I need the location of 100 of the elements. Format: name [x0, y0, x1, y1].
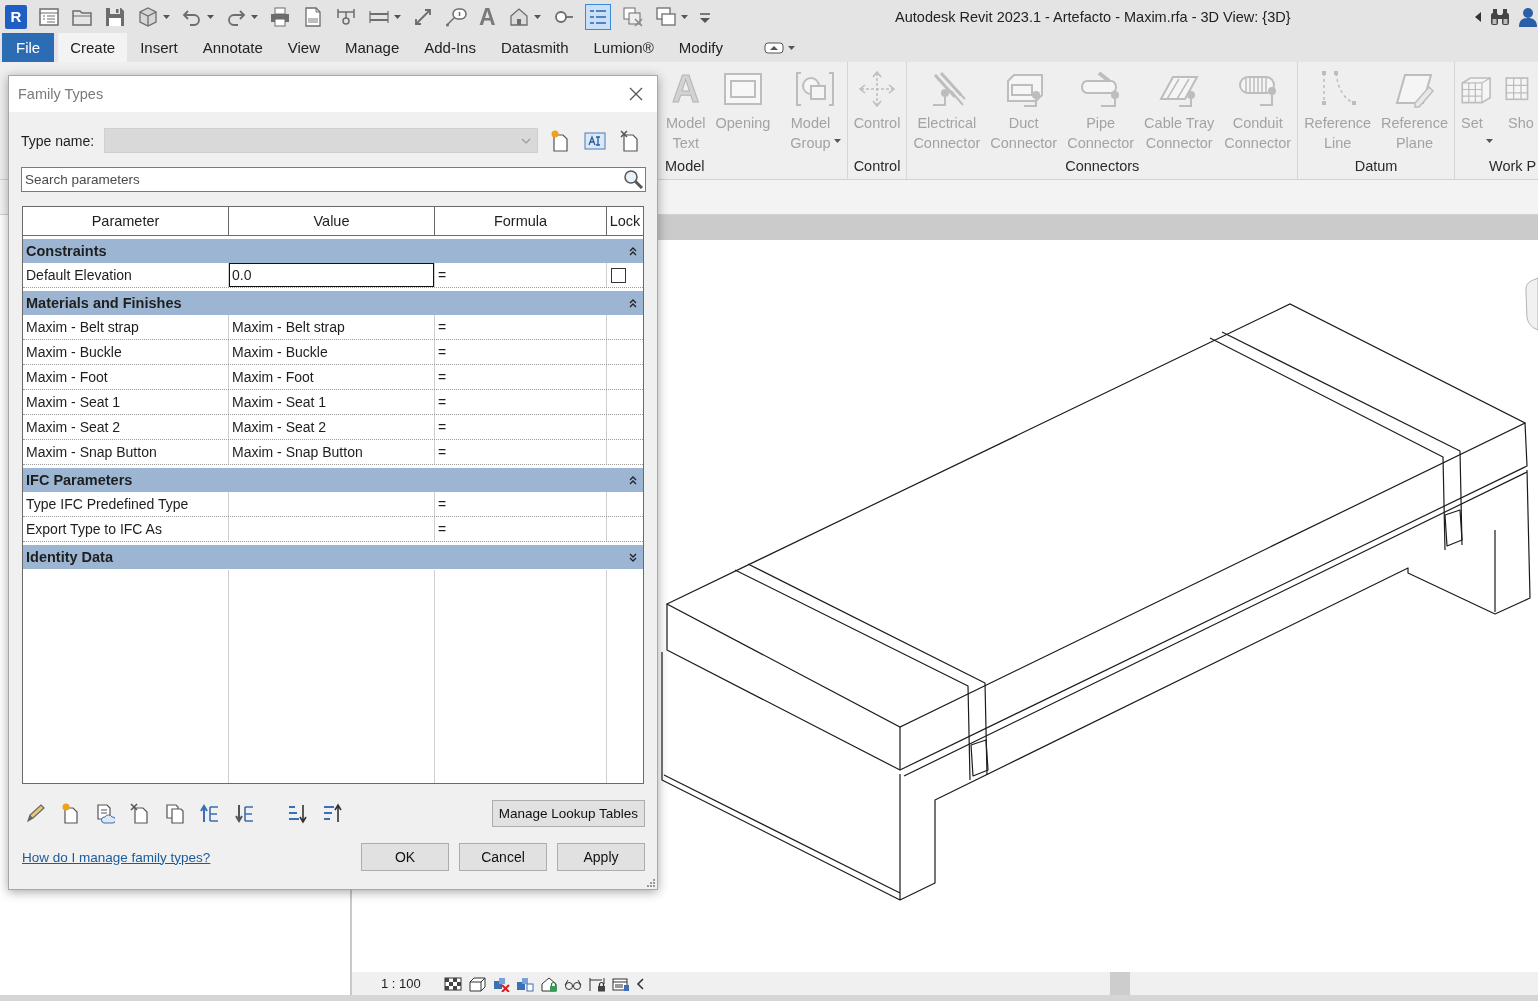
resize-grip-icon[interactable]	[646, 878, 655, 887]
view-scale[interactable]: 1 : 100	[381, 976, 421, 991]
value-text: Maxim - Snap Button	[231, 444, 363, 460]
column-header[interactable]: Formula	[435, 207, 607, 235]
parameter-row[interactable]: Maxim - Seat 2 Maxim - Seat 2 =	[23, 415, 643, 440]
caret-icon[interactable]	[680, 14, 688, 19]
caret-icon[interactable]	[251, 14, 258, 19]
column-header[interactable]: Value	[229, 207, 435, 235]
dropdown-menu-icon[interactable]	[698, 10, 711, 23]
move-down-icon[interactable]	[235, 803, 255, 824]
formula-text: =	[438, 319, 447, 335]
group-header-bar[interactable]: Identity Data	[23, 545, 643, 569]
column-header[interactable]: Parameter	[23, 207, 229, 235]
cube-outline-icon[interactable]	[467, 975, 486, 992]
blocks-icon[interactable]	[515, 975, 534, 992]
group-header-bar[interactable]: IFC Parameters	[23, 468, 643, 492]
new-document-icon[interactable]	[550, 129, 570, 152]
printer-icon[interactable]	[269, 5, 291, 28]
group-title: IFC Parameters	[26, 472, 133, 488]
parameter-row[interactable]: Maxim - Snap Button Maxim - Snap Button =	[23, 440, 643, 465]
parameter-name: Default Elevation	[26, 267, 132, 283]
formula-text: =	[438, 419, 447, 435]
apply-button[interactable]: Apply	[557, 843, 645, 871]
document-icon[interactable]	[302, 5, 324, 28]
lock-checkbox[interactable]	[611, 267, 626, 283]
pencil-icon[interactable]	[25, 803, 45, 824]
formula-text: =	[438, 521, 447, 537]
ribbon-tab[interactable]: Modify	[666, 33, 735, 62]
formula-text: =	[438, 267, 447, 283]
parameter-row[interactable]: Maxim - Buckle Maxim - Buckle =	[23, 340, 643, 365]
caret-icon[interactable]	[394, 14, 401, 19]
rename-box-icon[interactable]	[584, 130, 606, 151]
app-logo-button[interactable]: R	[5, 4, 27, 29]
caret-icon[interactable]	[533, 14, 541, 19]
document-cloud-icon[interactable]	[95, 803, 115, 824]
caret-icon[interactable]	[207, 14, 214, 19]
sort-ascending-icon[interactable]	[287, 803, 307, 824]
scrollbar-thumb[interactable]	[1109, 972, 1130, 995]
formula-text: =	[438, 344, 447, 360]
house-lock-icon[interactable]	[539, 975, 558, 992]
new-document-icon[interactable]	[60, 803, 80, 824]
value-input-field[interactable]: 0.0	[229, 263, 434, 287]
column-header[interactable]: Lock	[607, 207, 643, 235]
windows-icon[interactable]	[654, 5, 677, 28]
document-delete-icon[interactable]	[620, 129, 640, 152]
lines-toggle-icon[interactable]	[584, 3, 611, 30]
parameter-name: Maxim - Foot	[26, 369, 108, 385]
parameter-row[interactable]: Type IFC Predefined Type =	[23, 492, 643, 517]
file-tab[interactable]: File	[2, 33, 55, 62]
ribbon-tab[interactable]: Datasmith	[488, 33, 581, 62]
binoculars-icon[interactable]	[1489, 6, 1511, 27]
triangle-left-icon[interactable]	[1475, 11, 1481, 22]
cube-icon[interactable]	[137, 5, 159, 28]
group-header-bar[interactable]: Materials and Finishes	[23, 291, 643, 315]
user-icon[interactable]	[1519, 6, 1537, 27]
ribbon-tab[interactable]: Annotate	[190, 33, 275, 62]
double-chevron-down-icon[interactable]	[629, 552, 637, 562]
sort-descending-icon[interactable]	[322, 803, 342, 824]
caret-icon[interactable]	[163, 14, 170, 19]
parameter-row[interactable]: Maxim - Foot Maxim - Foot =	[23, 365, 643, 390]
parameter-name: Maxim - Seat 1	[26, 394, 121, 410]
ribbon-tab[interactable]: Add-Ins	[412, 33, 488, 62]
double-chevron-up-icon[interactable]	[629, 298, 637, 308]
tag-icon[interactable]	[445, 5, 467, 28]
windows-close-icon[interactable]	[621, 5, 644, 28]
parameter-row[interactable]: Maxim - Seat 1 Maxim - Seat 1 =	[23, 390, 643, 415]
ribbon-tab[interactable]: Insert	[128, 33, 190, 62]
cancel-button[interactable]: Cancel	[459, 843, 547, 871]
group-title: Constraints	[26, 243, 107, 259]
double-chevron-up-icon[interactable]	[629, 475, 637, 485]
ok-button[interactable]: OK	[361, 843, 449, 871]
ribbon-tab[interactable]: Create	[58, 33, 128, 62]
parameter-row[interactable]: Maxim - Belt strap Maxim - Belt strap =	[23, 315, 643, 340]
manage-lookup-tables-button[interactable]: Manage Lookup Tables	[491, 800, 645, 827]
parameter-row[interactable]: Export Type to IFC As =	[23, 517, 643, 542]
document-delete-icon[interactable]	[130, 803, 150, 824]
blocks-cross-icon[interactable]	[491, 975, 510, 992]
ribbon-toggle-icon[interactable]	[763, 41, 796, 54]
search-field[interactable]: Search parameters	[21, 167, 646, 192]
ribbon-tab[interactable]: Lumion®	[581, 33, 666, 62]
double-chevron-up-icon[interactable]	[629, 246, 637, 256]
parameter-row[interactable]: Default Elevation 0.0 =	[23, 263, 643, 288]
group-header-bar[interactable]: Constraints	[23, 239, 643, 263]
checkerboard-icon[interactable]	[443, 975, 462, 992]
copy-icon[interactable]	[165, 803, 185, 824]
chevron-left-icon[interactable]	[635, 977, 644, 990]
panel-label: Work P	[1487, 157, 1538, 176]
panel-icon[interactable]	[611, 975, 630, 992]
move-up-icon[interactable]	[200, 803, 220, 824]
search-icon[interactable]	[623, 169, 643, 189]
ribbon-tab[interactable]: Manage	[333, 33, 412, 62]
formula-text: =	[438, 444, 447, 460]
help-link[interactable]: How do I manage family types?	[22, 849, 211, 865]
value-text: Maxim - Buckle	[231, 344, 328, 360]
value-text: Maxim - Seat 2	[231, 419, 327, 435]
window-list-icon[interactable]	[38, 5, 60, 28]
value-text: Maxim - Seat 1	[231, 394, 327, 410]
formula-text: =	[438, 394, 447, 410]
ribbon-tab[interactable]: View	[275, 33, 333, 62]
crop-lock-icon[interactable]	[587, 975, 606, 992]
